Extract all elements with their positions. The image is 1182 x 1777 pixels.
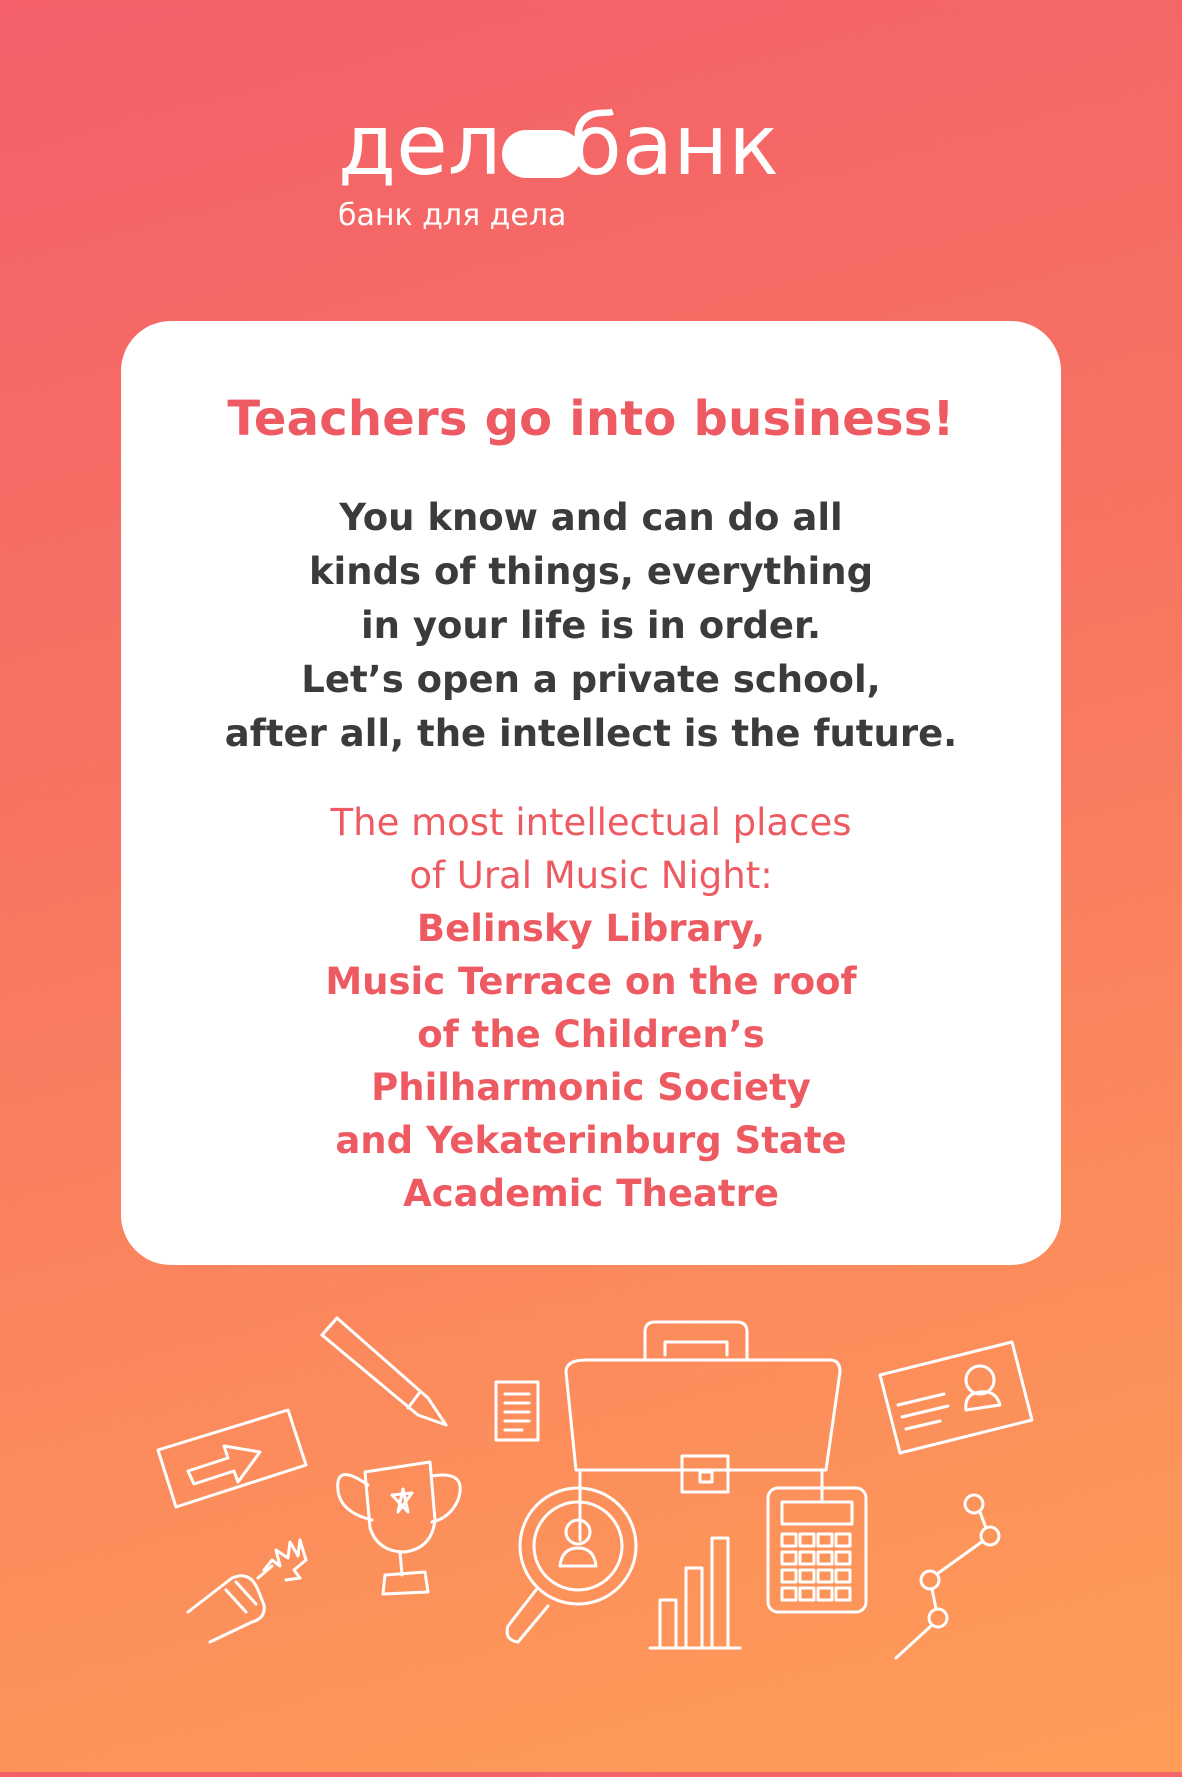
id-card-icon (878, 1340, 1034, 1455)
body-line: You know and can do all (339, 496, 843, 539)
school-illustration (0, 1290, 1182, 1772)
info-card: Teachers go into business! You know and … (121, 321, 1061, 1265)
body-line: after all, the intellect is the future. (224, 712, 958, 755)
places-line: of the Children’s (417, 1013, 765, 1056)
places-line: Music Terrace on the roof (325, 960, 857, 1003)
delobank-logo-mark: дел банк банк для дела (338, 96, 779, 233)
places-line: Belinsky Library, (416, 907, 766, 950)
body-paragraph: You know and can do all kinds of things,… (121, 491, 1061, 761)
pencil-icon (320, 1316, 448, 1427)
bar-chart-icon (648, 1536, 742, 1650)
places-line: Philharmonic Society (371, 1066, 811, 1109)
body-line: Let’s open a private school, (301, 658, 881, 701)
places-intro-line: of Ural Music Night: (409, 854, 773, 897)
places-line: and Yekaterinburg State (335, 1119, 847, 1162)
trophy-icon (336, 1460, 462, 1596)
logo-tagline: банк для дела (338, 198, 566, 233)
microphone-icon (186, 1538, 308, 1644)
document-icon (494, 1380, 540, 1442)
places-intro-line: The most intellectual places (330, 801, 852, 844)
calculator-icon (766, 1486, 868, 1614)
headline: Teachers go into business! (227, 391, 955, 447)
places-paragraph: The most intellectual places of Ural Mus… (121, 796, 1061, 1220)
body-line: kinds of things, everything (308, 550, 874, 593)
places-line: Academic Theatre (403, 1172, 779, 1215)
line-graph-icon (894, 1493, 1001, 1660)
briefcase-icon (564, 1320, 842, 1542)
logo-wordmark-right: банк (570, 96, 779, 194)
arrow-ticket-icon (156, 1408, 308, 1509)
logo-wordmark-left: дел (338, 96, 501, 194)
body-line: in your life is in order. (360, 604, 822, 647)
magnifier-user-icon (505, 1486, 638, 1644)
delobank-logo: дел банк банк для дела (338, 96, 848, 234)
